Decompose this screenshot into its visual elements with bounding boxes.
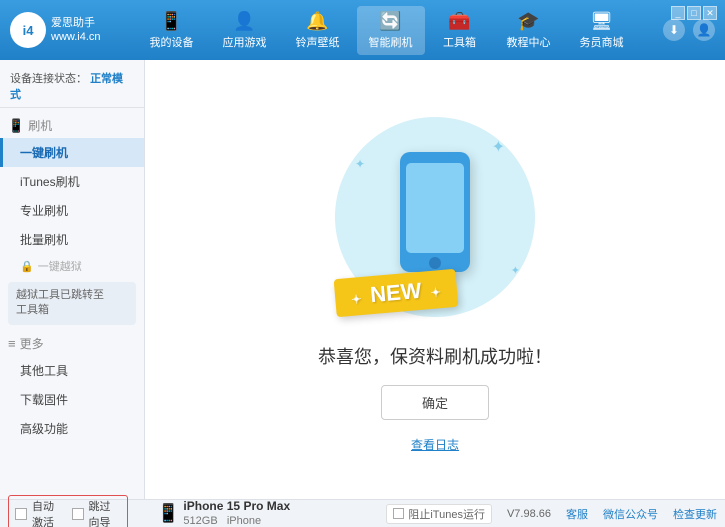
sparkle-icon-2: ✦ [355,157,365,171]
view-log-link[interactable]: 查看日志 [411,436,459,453]
sidebar-item-batch-flash[interactable]: 批量刷机 [0,225,144,254]
apps-games-icon: 👤 [233,11,255,32]
logo-icon: i4 [10,12,46,48]
flash-section-icon: 📱 [8,118,24,134]
guided-activate-checkbox[interactable] [72,508,84,520]
nav-tabs: 📱 我的设备 👤 应用游戏 🔔 铃声壁纸 🔄 智能刷机 🧰 工具箱 🎓 [110,6,663,55]
ringtones-icon: 🔔 [306,11,328,32]
logo-area: i4 爱思助手 www.i4.cn [10,12,110,48]
phone-illustration: NEW ✦ ✦ ✦ [325,107,545,327]
nav-tab-tutorials[interactable]: 🎓 教程中心 [495,6,563,55]
nav-tab-smart-flash[interactable]: 🔄 智能刷机 [357,6,425,55]
version-label: V7.98.66 [507,508,551,520]
window-controls: _ □ ✕ [671,6,717,20]
business-icon: 🖥 [590,11,613,32]
phone-shape [400,152,470,272]
wechat-link[interactable]: 微信公众号 [603,506,658,522]
logo-text: 爱思助手 www.i4.cn [51,16,101,45]
sidebar-item-other-tools[interactable]: 其他工具 [0,356,144,385]
sparkle-icon-3: ✦ [511,264,520,277]
sparkle-icon-1: ✦ [492,137,505,157]
toolbox-icon: 🧰 [448,11,470,32]
success-panel: NEW ✦ ✦ ✦ 恭喜您，保资料刷机成功啦！ 确定 查看日志 [318,107,552,453]
tutorials-icon: 🎓 [517,11,539,32]
customer-service-link[interactable]: 客服 [566,506,588,522]
device-phone-icon: 📱 [157,503,179,524]
sidebar-section-more[interactable]: ≡ 更多 [0,331,144,356]
device-details: iPhone 15 Pro Max 512GB iPhone [183,499,290,527]
connection-status: 设备连接状态： 正常模式 [0,65,144,108]
phone-screen [406,163,464,253]
bottom-bar: 自动激活 跳过向导 📱 iPhone 15 Pro Max 512GB iPho… [0,499,725,527]
device-info: 📱 iPhone 15 Pro Max 512GB iPhone [153,499,290,527]
nav-tab-ringtones[interactable]: 🔔 铃声壁纸 [284,6,352,55]
smart-flash-icon: 🔄 [379,11,401,32]
jailbreak-note: 越狱工具已跳转至 工具箱 [8,282,136,325]
device-storage-type: 512GB iPhone [183,514,290,527]
minimize-button[interactable]: _ [671,6,685,20]
download-button[interactable]: ⬇ [663,19,685,41]
sidebar-item-download-firmware[interactable]: 下载固件 [0,385,144,414]
content-area: NEW ✦ ✦ ✦ 恭喜您，保资料刷机成功啦！ 确定 查看日志 [145,60,725,499]
sidebar-item-itunes-flash[interactable]: iTunes刷机 [0,167,144,196]
itunes-bar: 阻止iTunes运行 [386,504,492,524]
success-text: 恭喜您，保资料刷机成功啦！ [318,343,552,369]
main-layout: 设备连接状态： 正常模式 📱 刷机 一键刷机 iTunes刷机 专业刷机 批量刷… [0,60,725,499]
sidebar-item-advanced[interactable]: 高级功能 [0,414,144,443]
bottom-right: 阻止iTunes运行 V7.98.66 客服 微信公众号 检查更新 [290,504,717,524]
nav-tab-my-device[interactable]: 📱 我的设备 [138,6,206,55]
activate-options: 自动激活 跳过向导 [8,495,128,527]
nav-tab-apps-games[interactable]: 👤 应用游戏 [211,6,279,55]
header-actions: ⬇ 👤 [663,19,715,41]
bottom-left: 自动激活 跳过向导 [8,495,153,527]
lock-icon: 🔒 [20,260,34,273]
sidebar: 设备连接状态： 正常模式 📱 刷机 一键刷机 iTunes刷机 专业刷机 批量刷… [0,60,145,499]
user-button[interactable]: 👤 [693,19,715,41]
sidebar-section-flash[interactable]: 📱 刷机 [0,113,144,138]
confirm-button[interactable]: 确定 [381,385,489,420]
sidebar-section-jailbreak: 🔒 一键越狱 [0,254,144,278]
header: i4 爱思助手 www.i4.cn 📱 我的设备 👤 应用游戏 🔔 铃声壁纸 🔄… [0,0,725,60]
nav-tab-toolbox[interactable]: 🧰 工具箱 [430,6,490,55]
my-device-icon: 📱 [160,11,182,32]
nav-tab-business[interactable]: 🖥 务员商城 [568,6,636,55]
itunes-checkbox[interactable] [393,508,404,519]
check-update-link[interactable]: 检查更新 [673,506,717,522]
more-section-icon: ≡ [8,336,16,351]
phone-home-button [429,257,441,269]
maximize-button[interactable]: □ [687,6,701,20]
close-button[interactable]: ✕ [703,6,717,20]
sidebar-item-one-click-flash[interactable]: 一键刷机 [0,138,144,167]
device-name: iPhone 15 Pro Max [183,499,290,515]
auto-activate-checkbox[interactable] [15,508,27,520]
sidebar-item-pro-flash[interactable]: 专业刷机 [0,196,144,225]
